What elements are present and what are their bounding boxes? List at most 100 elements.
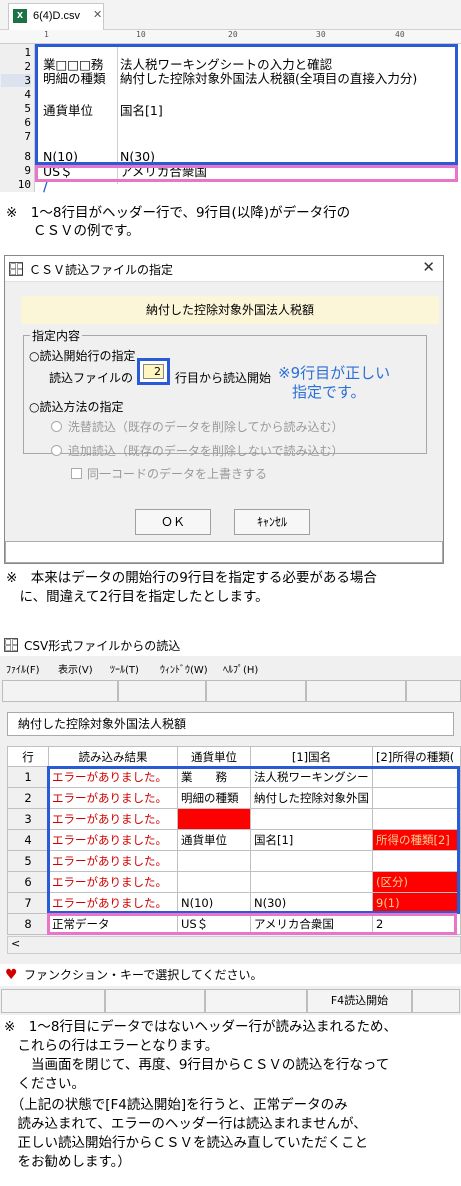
note-line: ※ 1〜8行目がヘッダー行で、9行目(以降)がデータ行の (6, 205, 351, 221)
checkbox-icon (71, 468, 82, 479)
col-header-country: [1]国名 (251, 746, 373, 767)
row-number: 1 (7, 767, 49, 788)
menu-view[interactable]: 表示(V) (58, 661, 93, 676)
row-number: 5 (7, 851, 49, 872)
note-line: 正しい読込開始行からＣＳＶを読込み直していただくこと (4, 1135, 369, 1151)
window-title-bar: □□ □□ CSV形式ファイルからの読込 (0, 634, 461, 656)
note-line: ※ 1〜8行目にデータではないヘッダー行が読み込まれるため、 (4, 1019, 397, 1035)
blue-annotation: ※9行目が正しい (278, 364, 391, 382)
line-number: 8 (24, 150, 31, 163)
ruler-mark: 1 (44, 30, 49, 39)
line-number-gutter: 1 2 3 4 5 6 7 8 9 10 (0, 44, 35, 192)
dialog-title-bar: □□ □□ ＣＳＶ読込ファイルの指定 ✕ (5, 256, 443, 282)
line-number: 10 (17, 178, 31, 191)
excel-file-icon: X (13, 9, 27, 23)
note-line: ＣＳＶの例です。 (6, 223, 140, 239)
start-row-input-highlight: 2 (137, 358, 170, 385)
start-row-option[interactable]: ○読込開始行の指定 (29, 347, 135, 364)
f4-read-start-button[interactable]: F4読込開始 (307, 989, 412, 1013)
overwrite-label: 同一コードのデータを上書きする (87, 467, 268, 481)
line-number: 3 (1, 74, 31, 87)
data-row-highlight (35, 165, 458, 182)
start-row-suffix: 行目から読込開始 (175, 371, 272, 385)
ruler-mark: 30 (316, 30, 326, 39)
line-number: 2 (24, 60, 31, 73)
grid-header-row: 行 読み込み結果 通貨単位 [1]国名 [2]所得の種類( (7, 746, 461, 767)
ruler-mark: 20 (228, 30, 238, 39)
menu-file[interactable]: ﾌｧｲﾙ(F) (6, 661, 40, 676)
group-label: 指定内容 (30, 327, 83, 344)
dialog-status-bar (5, 541, 443, 563)
scroll-left-icon[interactable]: < (11, 937, 20, 950)
line-number: 7 (24, 130, 31, 143)
ruler-mark: 10 (136, 30, 146, 39)
line-number: 9 (24, 164, 31, 177)
toolbar-button[interactable] (118, 680, 206, 702)
start-row-input[interactable]: 2 (143, 364, 164, 379)
function-key-button[interactable] (1, 989, 105, 1013)
close-tab-icon[interactable]: ✕ (93, 8, 102, 21)
function-key-bar: F4読込開始 (0, 988, 461, 1014)
note-line: に、間違えて2行目を指定したとします。 (6, 589, 269, 605)
menu-help[interactable]: ﾍﾙﾌﾟ(H) (223, 661, 258, 676)
heart-icon: ♥ (5, 967, 18, 983)
col-header-row: 行 (7, 746, 49, 767)
blue-annotation: 指定です。 (292, 383, 366, 401)
note-line: これらの行はエラーとなります。 (4, 1038, 219, 1054)
cancel-button[interactable]: ｷｬﾝｾﾙ (234, 509, 310, 535)
menu-tools[interactable]: ﾂｰﾙ(T) (110, 661, 139, 676)
line-number: 5 (24, 102, 31, 115)
status-bar: ♥ ファンクション・キーで選択してください。 (0, 964, 461, 986)
toolbar-button[interactable] (206, 680, 306, 702)
row-number: 8 (7, 914, 49, 935)
toolbar-button[interactable] (306, 680, 406, 702)
note-line: をお勧めします。） (4, 1154, 131, 1170)
row-number: 3 (7, 809, 49, 830)
csv-line[interactable]: / (43, 180, 461, 194)
ruler-mark: 40 (395, 30, 405, 39)
start-row-label: 読込ファイルの (49, 371, 134, 385)
note-line: （上記の状態で[F4読込開始]を行うと、正常データのみ (4, 1097, 348, 1113)
file-tab-name: 6(4)D.csv (33, 10, 81, 22)
menu-bar: ﾌｧｲﾙ(F) 表示(V) ﾂｰﾙ(T) ｳｨﾝﾄﾞｳ(W) ﾍﾙﾌﾟ(H) (0, 658, 461, 676)
replace-read-radio[interactable]: 洗替読込（既存のデータを削除してから読み込む） (51, 418, 343, 435)
app-icon: □□ □□ (4, 638, 19, 652)
app-icon: □□ □□ (9, 262, 24, 276)
row-number: 4 (7, 830, 49, 851)
header-rows-highlight (35, 44, 458, 165)
read-method-option[interactable]: ○読込方法の指定 (29, 398, 123, 415)
function-key-button[interactable] (412, 989, 460, 1013)
append-read-label: 追加読込（既存のデータを削除しないで読み込む） (67, 444, 344, 458)
file-name-field: 納付した控除対象外国法人税額 (7, 712, 454, 736)
file-tab[interactable]: X 6(4)D.csv ✕ (8, 3, 104, 30)
line-number: 6 (24, 116, 31, 129)
radio-icon (51, 445, 62, 456)
row-number: 7 (7, 893, 49, 914)
function-key-button[interactable] (205, 989, 307, 1013)
col-header-currency: 通貨単位 (178, 746, 251, 767)
toolbar-button[interactable] (2, 680, 118, 702)
note-line: 当画面を閉じて、再度、9行目からＣＳＶの読込を行なって (4, 1057, 390, 1073)
close-icon[interactable]: ✕ (422, 258, 435, 276)
note-line: ください。 (4, 1076, 85, 1092)
line-number: 1 (24, 46, 31, 59)
horizontal-scrollbar[interactable]: < (7, 936, 461, 954)
function-key-button[interactable] (105, 989, 205, 1013)
row-number: 2 (7, 788, 49, 809)
toolbar-button[interactable] (406, 680, 461, 702)
overwrite-checkbox[interactable]: 同一コードのデータを上書きする (71, 465, 267, 482)
line-number: 4 (24, 88, 31, 101)
column-ruler: 1 10 20 30 40 (0, 30, 461, 44)
append-read-radio[interactable]: 追加読込（既存のデータを削除しないで読み込む） (51, 442, 343, 459)
dialog-title: ＣＳＶ読込ファイルの指定 (29, 263, 174, 277)
ok-button[interactable]: ＯＫ (135, 509, 211, 535)
csv-file-dialog: □□ □□ ＣＳＶ読込ファイルの指定 ✕ 納付した控除対象外国法人税額 指定内容 … (4, 255, 444, 564)
replace-read-label: 洗替読込（既存のデータを削除してから読み込む） (67, 420, 344, 434)
row-number: 6 (7, 872, 49, 893)
error-rows-highlight (47, 766, 460, 914)
radio-icon (51, 421, 62, 432)
status-message: ファンクション・キーで選択してください。 (24, 968, 263, 982)
note-line: 読み込まれて、エラーのヘッダー行は読込まれませんが、 (4, 1116, 367, 1132)
menu-window[interactable]: ｳｨﾝﾄﾞｳ(W) (160, 661, 208, 676)
normal-row-highlight (47, 913, 457, 935)
